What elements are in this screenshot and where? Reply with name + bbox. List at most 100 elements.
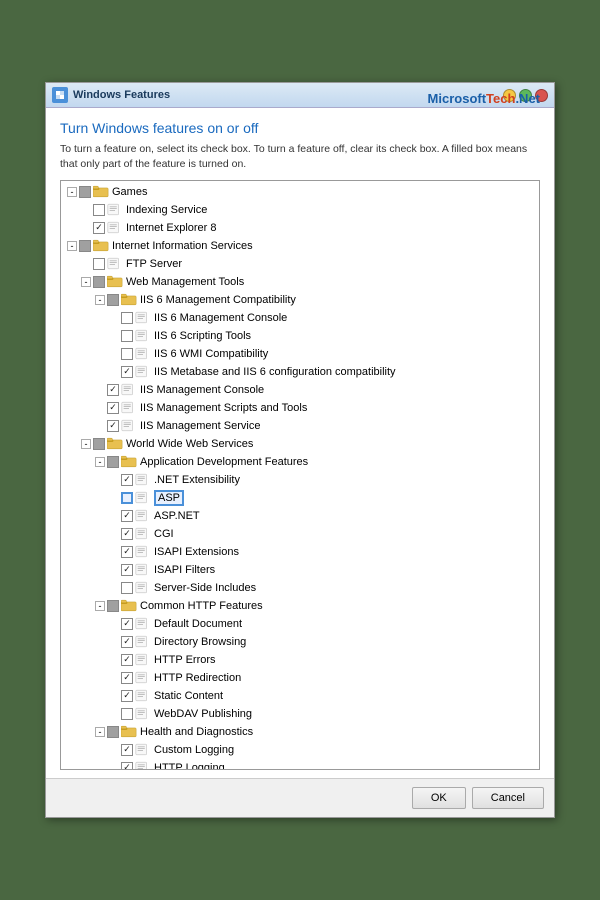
tree-checkbox[interactable]	[93, 276, 105, 288]
tree-expander-spacer	[109, 475, 119, 485]
tree-expander[interactable]: -	[95, 727, 105, 737]
tree-row[interactable]: - Common HTTP Features	[63, 597, 537, 615]
tree-item-label: CGI	[154, 528, 174, 540]
tree-expander-spacer	[109, 367, 119, 377]
tree-row[interactable]: - Games	[63, 183, 537, 201]
tree-row[interactable]: - Application Development Features	[63, 453, 537, 471]
tree-expander[interactable]: -	[95, 295, 105, 305]
tree-row[interactable]: - Web Management Tools	[63, 273, 537, 291]
tree-item-label: Games	[112, 186, 147, 198]
tree-row[interactable]: ✓ IIS Metabase and IIS 6 configuration c…	[63, 363, 537, 381]
tree-item-label: Health and Diagnostics	[140, 726, 253, 738]
tree-checkbox[interactable]	[121, 582, 133, 594]
tree-checkbox[interactable]	[121, 708, 133, 720]
tree-expander-spacer	[109, 547, 119, 557]
tree-checkbox[interactable]: ✓	[93, 222, 105, 234]
tree-row[interactable]: - IIS 6 Management Compatibility	[63, 291, 537, 309]
file-icon	[135, 707, 151, 720]
tree-checkbox[interactable]	[93, 438, 105, 450]
tree-checkbox[interactable]: ✓	[107, 402, 119, 414]
file-icon	[135, 545, 151, 558]
tree-checkbox[interactable]	[121, 492, 133, 504]
tree-row[interactable]: ✓ Static Content	[63, 687, 537, 705]
tree-item-label: Static Content	[154, 690, 223, 702]
features-tree[interactable]: - Games Indexing Service✓ Internet Explo…	[60, 180, 540, 770]
tree-row[interactable]: ✓ HTTP Redirection	[63, 669, 537, 687]
tree-checkbox[interactable]	[121, 312, 133, 324]
cancel-button[interactable]: Cancel	[472, 787, 544, 809]
tree-row[interactable]: FTP Server	[63, 255, 537, 273]
tree-row[interactable]: Indexing Service	[63, 201, 537, 219]
tree-row[interactable]: ✓ Default Document	[63, 615, 537, 633]
tree-checkbox[interactable]	[79, 240, 91, 252]
close-button[interactable]	[535, 89, 548, 102]
tree-checkbox[interactable]: ✓	[121, 654, 133, 666]
tree-item-label: ISAPI Filters	[154, 564, 215, 576]
tree-checkbox[interactable]: ✓	[121, 762, 133, 770]
tree-checkbox[interactable]: ✓	[121, 510, 133, 522]
tree-checkbox[interactable]: ✓	[121, 564, 133, 576]
file-icon	[135, 689, 151, 702]
tree-expander[interactable]: -	[81, 439, 91, 449]
tree-checkbox[interactable]: ✓	[121, 474, 133, 486]
maximize-button[interactable]	[519, 89, 532, 102]
tree-expander[interactable]: -	[95, 457, 105, 467]
tree-expander[interactable]: -	[81, 277, 91, 287]
tree-row[interactable]: ✓ HTTP Errors	[63, 651, 537, 669]
tree-checkbox[interactable]	[93, 204, 105, 216]
tree-item-label: Common HTTP Features	[140, 600, 263, 612]
tree-checkbox[interactable]: ✓	[121, 672, 133, 684]
tree-row[interactable]: IIS 6 Management Console	[63, 309, 537, 327]
tree-row[interactable]: - Internet Information Services	[63, 237, 537, 255]
tree-checkbox[interactable]: ✓	[121, 366, 133, 378]
tree-row[interactable]: ✓ IIS Management Console	[63, 381, 537, 399]
tree-checkbox[interactable]	[93, 258, 105, 270]
tree-expander-spacer	[95, 421, 105, 431]
tree-row[interactable]: ✓ CGI	[63, 525, 537, 543]
tree-checkbox[interactable]: ✓	[107, 384, 119, 396]
minimize-button[interactable]	[503, 89, 516, 102]
tree-row[interactable]: ✓ Internet Explorer 8	[63, 219, 537, 237]
tree-item-label: .NET Extensibility	[154, 474, 240, 486]
ok-button[interactable]: OK	[412, 787, 466, 809]
tree-row[interactable]: ✓ Custom Logging	[63, 741, 537, 759]
file-icon	[107, 203, 123, 216]
tree-row[interactable]: ✓ ISAPI Filters	[63, 561, 537, 579]
tree-row[interactable]: ✓ .NET Extensibility	[63, 471, 537, 489]
tree-checkbox[interactable]: ✓	[121, 744, 133, 756]
tree-checkbox[interactable]	[107, 294, 119, 306]
tree-expander[interactable]: -	[67, 241, 77, 251]
tree-checkbox[interactable]	[121, 330, 133, 342]
tree-expander-spacer	[95, 403, 105, 413]
folder-icon	[121, 293, 137, 306]
tree-checkbox[interactable]: ✓	[121, 528, 133, 540]
tree-row[interactable]: ✓ IIS Management Scripts and Tools	[63, 399, 537, 417]
tree-checkbox[interactable]: ✓	[121, 636, 133, 648]
tree-expander[interactable]: -	[95, 601, 105, 611]
tree-row[interactable]: ✓ HTTP Logging	[63, 759, 537, 770]
tree-row[interactable]: ASP	[63, 489, 537, 507]
tree-checkbox[interactable]: ✓	[121, 618, 133, 630]
tree-checkbox[interactable]	[107, 600, 119, 612]
tree-row[interactable]: - World Wide Web Services	[63, 435, 537, 453]
tree-checkbox[interactable]	[121, 348, 133, 360]
tree-checkbox[interactable]	[107, 456, 119, 468]
tree-row[interactable]: IIS 6 Scripting Tools	[63, 327, 537, 345]
tree-checkbox[interactable]	[107, 726, 119, 738]
description-text: To turn a feature on, select its check b…	[60, 142, 540, 171]
tree-row[interactable]: Server-Side Includes	[63, 579, 537, 597]
tree-checkbox[interactable]: ✓	[107, 420, 119, 432]
tree-checkbox[interactable]: ✓	[121, 546, 133, 558]
tree-row[interactable]: ✓ ISAPI Extensions	[63, 543, 537, 561]
tree-row[interactable]: IIS 6 WMI Compatibility	[63, 345, 537, 363]
tree-checkbox[interactable]: ✓	[121, 690, 133, 702]
tree-expander[interactable]: -	[67, 187, 77, 197]
tree-row[interactable]: ✓ Directory Browsing	[63, 633, 537, 651]
tree-checkbox[interactable]	[79, 186, 91, 198]
tree-row[interactable]: WebDAV Publishing	[63, 705, 537, 723]
tree-row[interactable]: ✓ IIS Management Service	[63, 417, 537, 435]
tree-row[interactable]: - Health and Diagnostics	[63, 723, 537, 741]
tree-item-label: IIS Management Service	[140, 420, 260, 432]
file-icon	[135, 617, 151, 630]
tree-row[interactable]: ✓ ASP.NET	[63, 507, 537, 525]
